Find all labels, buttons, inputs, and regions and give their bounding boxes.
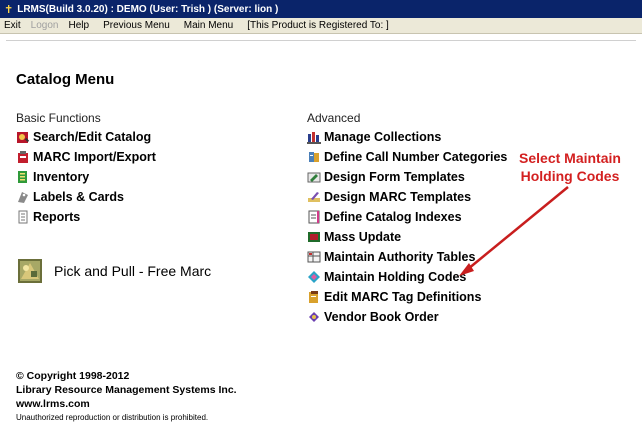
menu-logon[interactable]: Logon <box>31 20 59 31</box>
labels-icon <box>16 190 30 204</box>
menu-item-label: Maintain Holding Codes <box>324 270 467 284</box>
callout-annotation: Select Maintain Holding Codes <box>515 149 625 185</box>
menu-item-label: Inventory <box>33 170 90 184</box>
authority-tables-icon <box>307 250 321 264</box>
menu-item-vendor-book-order[interactable]: Vendor Book Order <box>307 307 507 327</box>
window-title: LRMS(Build 3.0.20) : DEMO (User: Trish )… <box>17 3 279 15</box>
menu-item-label: Search/Edit Catalog <box>33 130 152 144</box>
menu-item-inventory[interactable]: Inventory <box>16 167 156 187</box>
reports-icon <box>16 210 30 224</box>
menu-item-label: Vendor Book Order <box>324 310 439 324</box>
menu-item-label: Edit MARC Tag Definitions <box>324 290 482 304</box>
menu-item-define-call-number-categories[interactable]: Define Call Number Categories <box>307 147 507 167</box>
footer: © Copyright 1998-2012 Library Resource M… <box>16 369 237 425</box>
marc-templates-icon <box>307 190 321 204</box>
menu-main-menu[interactable]: Main Menu <box>184 20 233 31</box>
menu-item-label: Define Call Number Categories <box>324 150 508 164</box>
mass-update-icon <box>307 230 321 244</box>
menu-item-search-edit-catalog[interactable]: Search/Edit Catalog <box>16 127 156 147</box>
menu-item-manage-collections[interactable]: Manage Collections <box>307 127 507 147</box>
catalog-indexes-icon <box>307 210 321 224</box>
advanced-list: Manage Collections Define Call Number Ca… <box>307 127 507 327</box>
catalog-menu-panel: Catalog Menu Basic Functions Search/Edit… <box>6 40 636 423</box>
callout-line-2: Holding Codes <box>520 168 620 184</box>
menu-item-reports[interactable]: Reports <box>16 207 156 227</box>
menu-item-design-marc-templates[interactable]: Design MARC Templates <box>307 187 507 207</box>
registered-to: [This Product is Registered To: ] <box>247 20 389 31</box>
menu-previous-menu[interactable]: Previous Menu <box>103 20 170 31</box>
collections-icon <box>307 130 321 144</box>
menu-item-marc-import-export[interactable]: MARC Import/Export <box>16 147 156 167</box>
menu-item-mass-update[interactable]: Mass Update <box>307 227 507 247</box>
menu-item-label: Maintain Authority Tables <box>324 250 476 264</box>
page-title: Catalog Menu <box>16 71 115 88</box>
menu-item-label: Define Catalog Indexes <box>324 210 462 224</box>
menu-item-label: Labels & Cards <box>33 190 125 204</box>
menu-item-maintain-authority-tables[interactable]: Maintain Authority Tables <box>307 247 507 267</box>
holding-codes-icon <box>307 270 321 284</box>
menu-item-label: Design Form Templates <box>324 170 465 184</box>
inventory-icon <box>16 170 30 184</box>
company-url[interactable]: www.lrms.com <box>16 397 237 411</box>
app-icon: ✝ <box>4 3 14 16</box>
pick-pull-label: Pick and Pull - Free Marc <box>54 263 212 279</box>
search-catalog-icon <box>16 130 30 144</box>
marc-import-icon <box>16 150 30 164</box>
basic-functions-label: Basic Functions <box>16 111 101 125</box>
menu-item-label: Reports <box>33 210 81 224</box>
menu-item-labels-cards[interactable]: Labels & Cards <box>16 187 156 207</box>
menu-item-edit-marc-tag-definitions[interactable]: Edit MARC Tag Definitions <box>307 287 507 307</box>
basic-functions-list: Search/Edit Catalog MARC Import/Export I… <box>16 127 156 227</box>
vendor-order-icon <box>307 310 321 324</box>
copyright-text: © Copyright 1998-2012 <box>16 370 130 382</box>
legal-notice: Unauthorized reproduction or distributio… <box>16 413 209 422</box>
menu-exit[interactable]: Exit <box>4 20 21 31</box>
title-bar: ✝ LRMS(Build 3.0.20) : DEMO (User: Trish… <box>0 0 642 18</box>
menu-item-define-catalog-indexes[interactable]: Define Catalog Indexes <box>307 207 507 227</box>
company-name: Library Resource Management Systems Inc. <box>16 384 237 396</box>
pick-pull-icon <box>18 259 42 283</box>
call-number-icon <box>307 150 321 164</box>
menu-item-label: Design MARC Templates <box>324 190 472 204</box>
menu-item-design-form-templates[interactable]: Design Form Templates <box>307 167 507 187</box>
form-templates-icon <box>307 170 321 184</box>
menu-item-label: MARC Import/Export <box>33 150 156 164</box>
menu-item-label: Manage Collections <box>324 130 442 144</box>
pick-and-pull-link[interactable]: Pick and Pull - Free Marc <box>18 259 211 283</box>
marc-tag-icon <box>307 290 321 304</box>
callout-line-1: Select Maintain <box>519 150 621 166</box>
advanced-label: Advanced <box>307 111 361 125</box>
menu-item-maintain-holding-codes[interactable]: Maintain Holding Codes <box>307 267 507 287</box>
menu-item-label: Mass Update <box>324 230 402 244</box>
menu-help[interactable]: Help <box>68 20 89 31</box>
menu-bar: Exit Logon Help Previous Menu Main Menu … <box>0 18 642 34</box>
